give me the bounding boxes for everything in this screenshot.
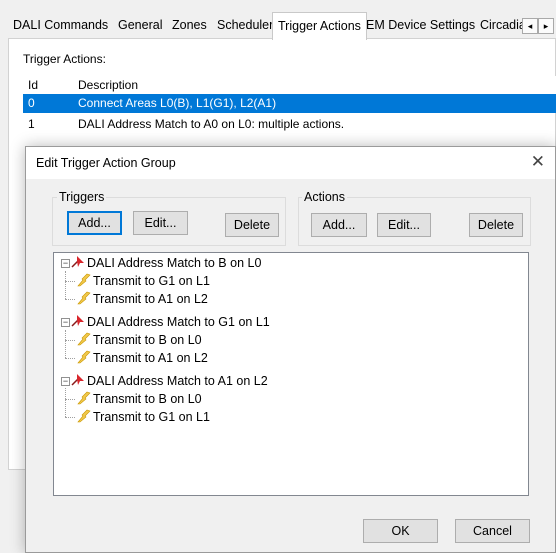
action-icon: [77, 350, 91, 364]
tab-zones[interactable]: Zones: [167, 12, 212, 38]
row-description: DALI Address Match to A0 on L0: multiple…: [78, 117, 345, 131]
tree-node-action[interactable]: Transmit to B on L0: [77, 331, 202, 349]
tree-node-trigger[interactable]: DALI Address Match to B on L0: [71, 254, 261, 272]
triggers-group-label: Triggers: [57, 190, 107, 204]
column-header-id[interactable]: Id: [28, 78, 38, 92]
actions-group-label: Actions: [302, 190, 347, 204]
tree-connector-line: [65, 388, 66, 417]
tree-node-label: DALI Address Match to B on L0: [87, 256, 262, 270]
list-item[interactable]: 1 DALI Address Match to A0 on L0: multip…: [23, 115, 556, 134]
tree-collapse-icon[interactable]: −: [61, 318, 70, 327]
trigger-actions-list[interactable]: Id Description 0 Connect Areas L0(B), L1…: [23, 76, 556, 132]
tree-connector-line: [65, 330, 66, 358]
action-icon: [77, 409, 91, 423]
column-header-description[interactable]: Description: [78, 78, 138, 92]
triggers-edit-button[interactable]: Edit...: [133, 211, 188, 235]
tree-node-label: DALI Address Match to G1 on L1: [87, 315, 270, 329]
tab-general[interactable]: General: [113, 12, 167, 38]
tab-dali-commands[interactable]: DALI Commands: [8, 12, 113, 38]
tree-connector-line: [65, 281, 75, 282]
tree-node-trigger[interactable]: DALI Address Match to G1 on L1: [71, 313, 270, 331]
triggers-add-button[interactable]: Add...: [67, 211, 122, 235]
dialog-title: Edit Trigger Action Group: [36, 156, 176, 170]
trigger-icon: [71, 256, 84, 268]
tree-node-label: Transmit to G1 on L1: [93, 274, 210, 288]
tree-collapse-icon[interactable]: −: [61, 377, 70, 386]
row-description: Connect Areas L0(B), L1(G1), L2(A1): [78, 96, 277, 110]
tree-collapse-icon[interactable]: −: [61, 259, 70, 268]
tree-connector-line: [65, 399, 75, 400]
actions-add-button[interactable]: Add...: [311, 213, 367, 237]
row-id: 1: [28, 117, 35, 131]
tab-trigger-actions[interactable]: Trigger Actions: [272, 12, 367, 40]
dialog-title-bar[interactable]: Edit Trigger Action Group ✕: [26, 147, 555, 179]
tree-connector-line: [65, 271, 66, 299]
tree-node-action[interactable]: Transmit to A1 on L2: [77, 349, 208, 367]
tree-node-label: Transmit to G1 on L1: [93, 410, 210, 424]
tree-node-label: DALI Address Match to A1 on L2: [87, 374, 268, 388]
tree-node-label: Transmit to A1 on L2: [93, 292, 208, 306]
tab-scroll-right-button[interactable]: ▸: [538, 18, 554, 34]
ok-button[interactable]: OK: [363, 519, 438, 543]
tree-node-action[interactable]: Transmit to A1 on L2: [77, 290, 208, 308]
cancel-button[interactable]: Cancel: [455, 519, 530, 543]
action-icon: [77, 273, 91, 287]
list-item[interactable]: 0 Connect Areas L0(B), L1(G1), L2(A1): [23, 94, 556, 113]
actions-edit-button[interactable]: Edit...: [377, 213, 431, 237]
tree-connector-line: [65, 358, 75, 359]
tree-connector-line: [65, 340, 75, 341]
tab-em-device-settings[interactable]: EM Device Settings: [361, 12, 480, 38]
tree-node-action[interactable]: Transmit to G1 on L1: [77, 408, 210, 426]
trigger-actions-label: Trigger Actions:: [23, 52, 106, 66]
tree-connector-line: [65, 417, 75, 418]
list-header: Id Description: [23, 76, 556, 95]
trigger-action-tree[interactable]: − DALI Address Match to B on L0 Transmit…: [53, 252, 529, 496]
tree-node-action[interactable]: Transmit to G1 on L1: [77, 272, 210, 290]
tree-node-label: Transmit to B on L0: [93, 333, 202, 347]
action-icon: [77, 391, 91, 405]
tree-node-trigger[interactable]: DALI Address Match to A1 on L2: [71, 372, 268, 390]
tab-scheduler[interactable]: Scheduler: [212, 12, 278, 38]
tree-node-label: Transmit to B on L0: [93, 392, 202, 406]
action-icon: [77, 332, 91, 346]
tab-scroll-left-button[interactable]: ◂: [522, 18, 538, 34]
actions-delete-button[interactable]: Delete: [469, 213, 523, 237]
tree-node-label: Transmit to A1 on L2: [93, 351, 208, 365]
tree-node-action[interactable]: Transmit to B on L0: [77, 390, 202, 408]
row-id: 0: [28, 96, 35, 110]
action-icon: [77, 291, 91, 305]
triggers-delete-button[interactable]: Delete: [225, 213, 279, 237]
close-icon[interactable]: ✕: [531, 152, 545, 172]
trigger-icon: [71, 315, 84, 327]
tab-strip: DALI Commands General Zones Scheduler Tr…: [0, 12, 556, 40]
trigger-icon: [71, 374, 84, 386]
tree-connector-line: [65, 299, 75, 300]
